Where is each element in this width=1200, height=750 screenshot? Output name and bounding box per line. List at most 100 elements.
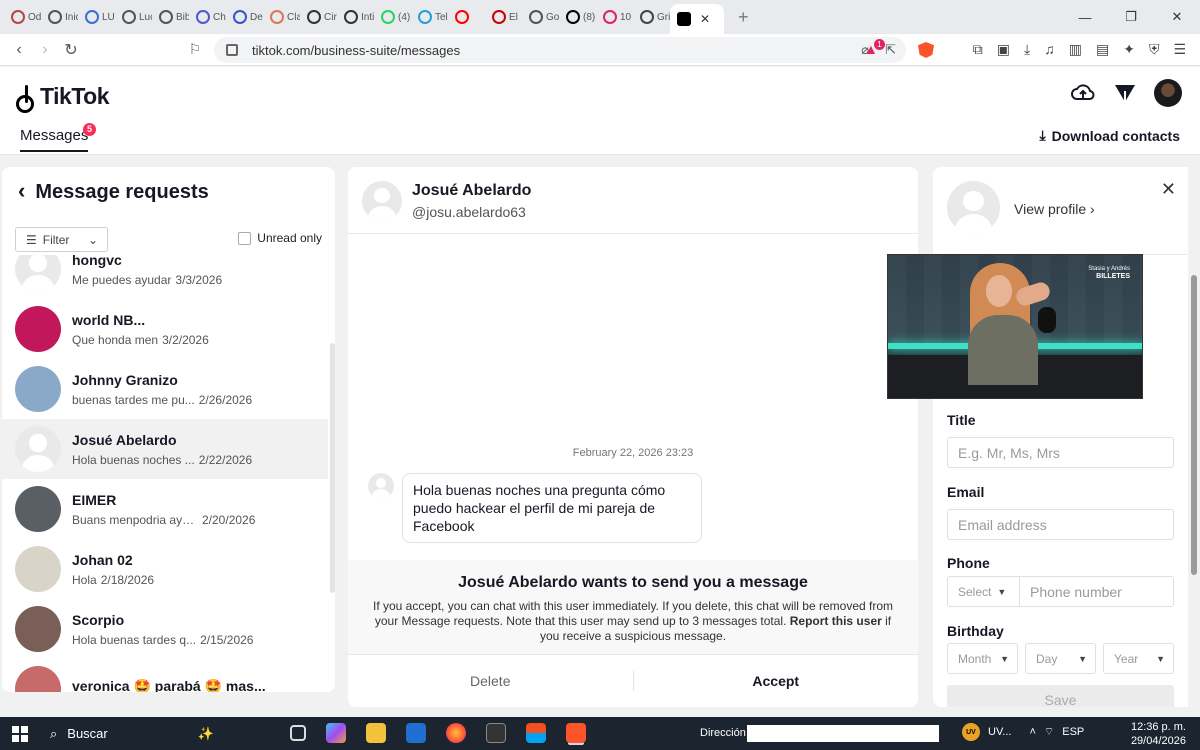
- sidebar-icon[interactable]: ▥: [1069, 41, 1082, 58]
- restore-icon[interactable]: ❐: [1108, 0, 1154, 34]
- country-code-select[interactable]: Select ▼: [948, 577, 1020, 606]
- inbox-send-icon[interactable]: [1112, 80, 1138, 106]
- menu-icon[interactable]: ☰: [1173, 41, 1186, 58]
- browser-tab[interactable]: Go: [522, 3, 559, 31]
- file-explorer-icon[interactable]: [366, 723, 386, 743]
- browser-tab[interactable]: (8): [559, 3, 596, 31]
- view-profile-link[interactable]: View profile ›: [1014, 201, 1095, 217]
- browser-tab[interactable]: LU: [78, 3, 115, 31]
- firefox-icon[interactable]: [446, 723, 466, 743]
- browser-tab[interactable]: Gri: [633, 3, 670, 31]
- brave-taskbar-icon[interactable]: [566, 723, 586, 743]
- title-input[interactable]: E.g. Mr, Ms, Mrs: [947, 437, 1174, 468]
- profile-avatar[interactable]: [947, 181, 1000, 234]
- list-scrollbar[interactable]: [330, 343, 335, 593]
- back-icon[interactable]: ‹: [6, 41, 32, 59]
- request-list-item[interactable]: world NB... Que honda men 3/2/2026: [2, 299, 328, 359]
- year-select[interactable]: Year ▼: [1103, 643, 1174, 674]
- taskbar-clock[interactable]: 12:36 p. m. 29/04/2026: [1131, 720, 1186, 748]
- close-window-icon[interactable]: ✕: [1154, 0, 1200, 34]
- close-tab-icon[interactable]: ✕: [700, 12, 710, 26]
- extensions-icon[interactable]: ⧉: [973, 41, 983, 58]
- browser-tab[interactable]: Ch: [189, 3, 226, 31]
- browser-tab[interactable]: Tel: [411, 3, 448, 31]
- phone-input[interactable]: Phone number: [1020, 584, 1122, 600]
- save-button[interactable]: Save: [947, 685, 1174, 707]
- video-overlay[interactable]: Stasia y Andrés BILLETES: [887, 254, 1143, 399]
- brave-shield-icon[interactable]: [918, 42, 934, 58]
- download-icon[interactable]: ⤓: [1024, 41, 1030, 58]
- request-list-item[interactable]: hongvc Me puedes ayudar 3/3/2026: [2, 255, 328, 299]
- forward-icon[interactable]: ›: [32, 41, 58, 59]
- tiktok-logo[interactable]: TikTok: [16, 83, 110, 113]
- page-scrollbar[interactable]: [1188, 263, 1200, 707]
- terminal-icon[interactable]: [486, 723, 506, 743]
- address-toolbar-input[interactable]: [747, 725, 939, 742]
- leo-ai-icon[interactable]: ✦: [1123, 41, 1135, 58]
- day-select[interactable]: Day ▼: [1025, 643, 1096, 674]
- tab-messages[interactable]: Messages 5: [20, 123, 96, 152]
- download-contacts-button[interactable]: ⤓ Download contacts: [1039, 127, 1180, 144]
- uv-app-icon[interactable]: UV: [962, 723, 980, 741]
- tiktok-favicon-icon: [677, 12, 691, 26]
- request-title: Josué Abelardo wants to send you a messa…: [458, 574, 808, 591]
- request-list-item[interactable]: EIMER Buans menpodria ayu... 2/20/2026: [2, 479, 328, 539]
- browser-tab[interactable]: Cir: [300, 3, 337, 31]
- browser-tab[interactable]: De: [226, 3, 263, 31]
- copilot-icon[interactable]: [326, 723, 346, 743]
- address-bar[interactable]: tiktok.com/business-suite/messages ⌀ ⇱: [214, 37, 906, 63]
- browser-tab[interactable]: Luc: [115, 3, 152, 31]
- music-icon[interactable]: ♫: [1044, 41, 1055, 58]
- windows-start-icon[interactable]: [12, 726, 28, 742]
- chat-avatar[interactable]: [362, 181, 402, 221]
- report-user-link[interactable]: Report this user: [790, 614, 882, 628]
- panel-title: Message requests: [35, 181, 209, 203]
- browser-tab[interactable]: Cla: [263, 3, 300, 31]
- vpn-icon[interactable]: ⛨: [1149, 41, 1160, 58]
- bookmark-icon[interactable]: ⚐: [182, 41, 208, 58]
- delete-button[interactable]: Delete: [348, 673, 633, 689]
- wifi-icon[interactable]: ⌔: [1044, 725, 1054, 739]
- language-indicator[interactable]: ESP: [1062, 726, 1084, 738]
- request-list-item[interactable]: Scorpio Hola buenas tardes q... 2/15/2026: [2, 599, 328, 659]
- store-icon[interactable]: [526, 723, 546, 743]
- upload-cloud-icon[interactable]: [1070, 80, 1096, 106]
- chevron-up-icon[interactable]: ˄: [1029, 726, 1035, 738]
- account-avatar[interactable]: [1154, 79, 1182, 107]
- wallet-icon[interactable]: ▤: [1096, 41, 1109, 58]
- browser-tab[interactable]: Inic: [41, 3, 78, 31]
- request-list-item[interactable]: Johan 02 Hola 2/18/2026: [2, 539, 328, 599]
- browser-tab[interactable]: Inti: [337, 3, 374, 31]
- unread-only-toggle[interactable]: Unread only: [238, 231, 322, 245]
- scrollbar-thumb[interactable]: [1191, 275, 1197, 575]
- browser-tab[interactable]: 10: [596, 3, 633, 31]
- email-input[interactable]: Email address: [947, 509, 1174, 540]
- taskbar-search[interactable]: ⌕ Buscar ✨: [40, 721, 270, 746]
- filter-dropdown[interactable]: ☰ Filter ⌄: [15, 227, 108, 252]
- browser-tab-active[interactable]: ✕: [670, 4, 724, 34]
- month-select[interactable]: Month ▼: [947, 643, 1018, 674]
- reload-icon[interactable]: ↻: [58, 40, 84, 60]
- request-list-item[interactable]: veronica 🤩 parabá 🤩 mas...: [2, 659, 328, 692]
- back-arrow-icon[interactable]: ‹: [18, 178, 25, 204]
- microphone-icon: [1038, 307, 1056, 333]
- share-icon[interactable]: ⇱: [885, 42, 896, 58]
- accept-button[interactable]: Accept: [634, 673, 919, 689]
- request-actions: Delete Accept: [348, 654, 918, 707]
- request-list-item[interactable]: Josué Abelardo Hola buenas noches ... 2/22…: [2, 419, 328, 479]
- close-icon[interactable]: ✕: [1161, 179, 1176, 200]
- screenshot-icon[interactable]: ▣: [997, 41, 1010, 58]
- minimize-icon[interactable]: —: [1062, 0, 1108, 34]
- browser-tab[interactable]: [448, 3, 485, 31]
- request-list-item[interactable]: Johnny Granizo buenas tardes me pu... 2/26…: [2, 359, 328, 419]
- outlook-icon[interactable]: [406, 723, 426, 743]
- unread-checkbox[interactable]: [238, 231, 252, 245]
- request-name: Johan 02: [72, 551, 133, 568]
- new-tab-icon[interactable]: +: [738, 7, 749, 28]
- task-view-icon[interactable]: [290, 725, 306, 741]
- browser-tab[interactable]: Od: [4, 3, 41, 31]
- site-info-icon[interactable]: [226, 44, 238, 56]
- browser-tab[interactable]: El: [485, 3, 522, 31]
- browser-tab[interactable]: (4): [374, 3, 411, 31]
- browser-tab[interactable]: Bib: [152, 3, 189, 31]
